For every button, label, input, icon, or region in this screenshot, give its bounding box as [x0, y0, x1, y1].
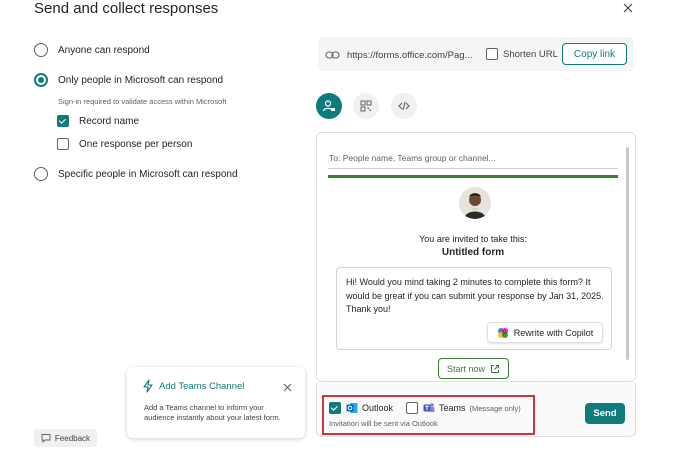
dialog-title: Send and collect responses — [34, 0, 219, 17]
close-icon — [623, 3, 633, 13]
sent-via-text: Invitation will be sent via Outlook — [329, 419, 438, 428]
invited-text: You are invited to take this: — [419, 234, 527, 244]
record-name-label: Record name — [79, 115, 140, 127]
outlook-checkbox[interactable] — [329, 402, 341, 414]
add-teams-channel-description: Add a Teams channel to inform your audie… — [144, 403, 281, 422]
outlook-option[interactable]: Outlook — [329, 402, 393, 414]
radio-anyone[interactable]: Anyone can respond — [34, 43, 150, 57]
send-button[interactable]: Send — [585, 403, 625, 424]
copilot-label: Rewrite with Copilot — [513, 327, 594, 338]
tab-invite-people[interactable] — [316, 93, 342, 119]
teams-note: (Message only) — [469, 403, 521, 413]
shorten-url-toggle[interactable]: Shorten URL — [486, 48, 558, 60]
shorten-url-label: Shorten URL — [503, 48, 558, 60]
theme-color-bar — [328, 175, 618, 178]
checkbox-record-name[interactable]: Record name — [57, 115, 139, 127]
to-input-underline — [328, 168, 618, 169]
add-teams-channel-title[interactable]: Add Teams Channel — [159, 381, 244, 392]
close-button[interactable] — [620, 0, 636, 16]
embed-code-icon — [398, 101, 410, 111]
radio-specific-circle[interactable] — [34, 167, 48, 181]
one-response-label: One response per person — [79, 138, 193, 150]
one-response-checkbox[interactable] — [57, 138, 69, 150]
avatar — [459, 187, 491, 219]
teams-icon — [423, 403, 435, 412]
teams-option[interactable]: Teams (Message only) — [406, 402, 521, 414]
tab-qr-code[interactable] — [353, 93, 379, 119]
radio-anyone-label: Anyone can respond — [58, 44, 150, 56]
outlook-icon — [346, 403, 358, 413]
copilot-icon — [497, 327, 508, 338]
org-only-subtext: Sign-in required to validate access with… — [58, 97, 227, 106]
lightning-icon — [142, 379, 154, 398]
highlight-box — [322, 395, 535, 435]
start-now-label: Start now — [446, 363, 486, 374]
open-external-icon — [491, 364, 500, 373]
radio-anyone-circle[interactable] — [34, 43, 48, 57]
radio-specific[interactable]: Specific people in Microsoft can respond — [34, 167, 238, 181]
outlook-label: Outlook — [362, 403, 394, 413]
radio-org-only-circle[interactable] — [34, 73, 48, 87]
tab-embed[interactable] — [391, 93, 417, 119]
teams-checkbox[interactable] — [406, 402, 418, 414]
feedback-button[interactable]: Feedback — [34, 429, 97, 447]
feedback-label: Feedback — [54, 433, 91, 443]
radio-org-only-label: Only people in Microsoft can respond — [58, 74, 224, 86]
qr-code-icon — [360, 100, 372, 112]
form-name: Untitled form — [441, 247, 505, 258]
message-text[interactable]: Hi! Would you mind taking 2 minutes to c… — [346, 276, 608, 317]
shorten-url-checkbox[interactable] — [486, 48, 498, 60]
record-name-checkbox[interactable] — [57, 115, 69, 127]
scrollbar[interactable] — [626, 147, 629, 360]
to-recipients-input[interactable]: To: People name, Teams group or channel.… — [329, 153, 496, 163]
close-icon — [283, 383, 292, 392]
rewrite-with-copilot-button[interactable]: Rewrite with Copilot — [487, 322, 603, 343]
copy-link-button[interactable]: Copy link — [562, 43, 627, 65]
link-icon — [325, 47, 340, 65]
invite-people-icon — [322, 100, 335, 112]
feedback-icon — [41, 434, 51, 443]
start-now-button[interactable]: Start now — [438, 358, 509, 379]
radio-specific-label: Specific people in Microsoft can respond — [58, 168, 238, 180]
form-url[interactable]: https://forms.office.com/Pag... — [347, 50, 473, 61]
checkbox-one-response[interactable]: One response per person — [57, 138, 192, 150]
teams-label: Teams — [439, 403, 466, 413]
teams-card-close-button[interactable] — [282, 380, 293, 392]
radio-org-only[interactable]: Only people in Microsoft can respond — [34, 73, 223, 87]
